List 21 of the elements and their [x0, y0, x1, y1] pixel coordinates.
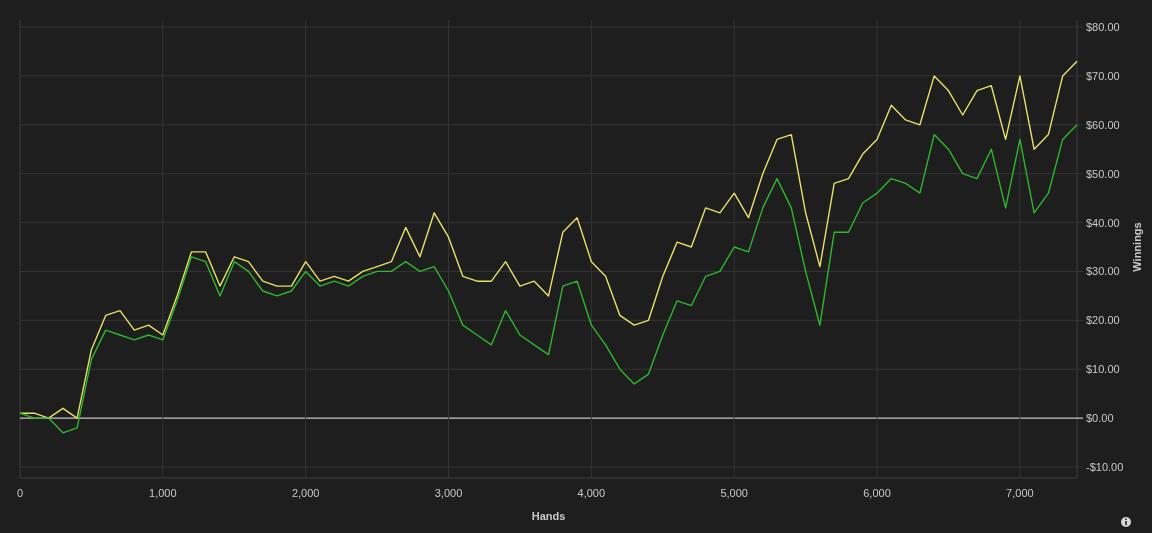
axis-tick-label: -$10.00 [1086, 461, 1124, 473]
axis-tick-label: 4,000 [577, 487, 606, 499]
axis-tick-label: 5,000 [720, 487, 748, 499]
info-icon[interactable] [1121, 517, 1131, 527]
axis-tick-label: 7,000 [1006, 487, 1034, 499]
axis-tick-label: 1,000 [149, 487, 177, 499]
axis-tick-label: $0.00 [1086, 412, 1114, 425]
axis-tick-label: 3,000 [434, 487, 463, 499]
axis-tick-label: 0 [16, 487, 24, 499]
axis-title: Hands [531, 510, 566, 522]
axis-tick-label: 2,000 [291, 487, 320, 499]
axis-tick-label: $10.00 [1086, 363, 1120, 376]
axis-tick-label: $30.00 [1086, 265, 1120, 278]
axis-title: Winnings [1131, 222, 1143, 272]
axis-tick-label: $60.00 [1086, 118, 1120, 131]
axis-tick-label: 6,000 [863, 487, 891, 499]
axis-tick-label: $20.00 [1086, 314, 1120, 327]
axis-tick-label: $40.00 [1086, 216, 1120, 229]
axis-tick-label: $80.00 [1086, 21, 1120, 33]
axis-tick-label: $50.00 [1086, 167, 1120, 180]
axis-tick-label: $70.00 [1086, 69, 1120, 82]
